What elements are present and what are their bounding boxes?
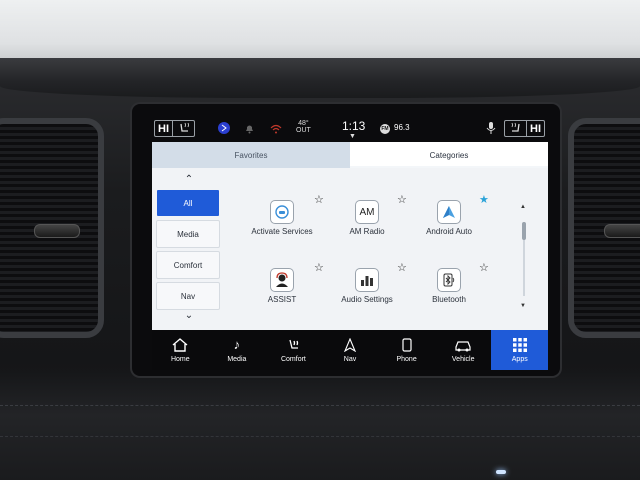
- favorite-star-icon[interactable]: ☆: [314, 193, 324, 206]
- microphone-icon[interactable]: [486, 122, 496, 138]
- chevron-up-icon[interactable]: ⌃: [157, 174, 221, 185]
- category-media[interactable]: Media: [157, 221, 219, 247]
- chevron-down-icon[interactable]: ▼: [349, 133, 356, 140]
- music-note-icon: ♪: [233, 336, 241, 352]
- nav-label: Phone: [396, 355, 417, 363]
- radio-frequency[interactable]: 96.3: [394, 123, 410, 132]
- nav-home[interactable]: Home: [152, 330, 209, 370]
- trim-stitching: [0, 436, 640, 437]
- nav-nav[interactable]: Nav: [322, 330, 379, 370]
- status-bar: HI 48° OUT 1:13 ▼ FM 96.3 HI: [150, 117, 550, 141]
- driver-temp: HI: [158, 122, 169, 135]
- car-service-icon: [271, 201, 293, 223]
- lower-dash-trim: [0, 372, 640, 480]
- outside-temperature: 48° OUT: [296, 120, 311, 134]
- category-nav[interactable]: Nav: [157, 283, 219, 309]
- favorite-star-icon[interactable]: ☆: [479, 261, 489, 274]
- left-air-vent: [0, 118, 104, 338]
- nav-phone[interactable]: Phone: [378, 330, 435, 370]
- heated-seat-icon: [172, 120, 194, 137]
- bluetooth-icon: [438, 269, 460, 291]
- apps-grid-icon: [512, 337, 527, 353]
- sync-icon[interactable]: [217, 121, 231, 138]
- wifi-icon: [270, 124, 282, 137]
- favorite-star-icon[interactable]: ★: [479, 193, 489, 206]
- outside-temp-value: 48°: [298, 120, 309, 127]
- nav-media[interactable]: ♪ Media: [209, 330, 266, 370]
- nav-label: Comfort: [280, 355, 306, 363]
- bottom-navigation: Home ♪ Media Comfort Nav Phone Vehicle A…: [152, 330, 549, 370]
- favorite-star-icon[interactable]: ☆: [314, 261, 324, 274]
- app-android-auto[interactable]: Android Auto: [414, 201, 484, 236]
- right-air-vent: [568, 118, 640, 338]
- favorite-star-icon[interactable]: ☆: [397, 193, 407, 206]
- driver-climate-chip[interactable]: HI: [154, 120, 195, 137]
- nav-label: Nav: [343, 355, 357, 363]
- bell-icon: [244, 123, 255, 137]
- tab-bar: Favorites Categories: [152, 142, 548, 168]
- vent-knob: [34, 224, 80, 238]
- radio-band-badge[interactable]: FM: [380, 124, 390, 134]
- android-auto-icon: [438, 201, 460, 223]
- app-bluetooth[interactable]: Bluetooth: [414, 269, 484, 304]
- nav-label: Home: [170, 355, 190, 363]
- category-all[interactable]: All: [157, 190, 219, 216]
- nav-label: Apps: [511, 355, 528, 363]
- scroll-up-icon[interactable]: ▲: [520, 204, 526, 210]
- nav-apps[interactable]: Apps: [491, 330, 549, 370]
- vehicle-icon: [454, 338, 472, 353]
- app-label: Bluetooth: [432, 295, 466, 304]
- tab-favorites[interactable]: Favorites: [152, 142, 350, 168]
- app-audio-settings[interactable]: Audio Settings: [332, 269, 402, 304]
- category-comfort[interactable]: Comfort: [157, 252, 219, 278]
- app-label: Audio Settings: [341, 295, 393, 304]
- comfort-icon: [285, 338, 301, 353]
- dashboard-top: [0, 0, 640, 62]
- nav-vehicle[interactable]: Vehicle: [435, 330, 492, 370]
- favorite-star-icon[interactable]: ☆: [397, 261, 407, 274]
- am-radio-icon-text: AM: [359, 206, 375, 218]
- tab-categories[interactable]: Categories: [350, 142, 548, 168]
- app-label: ASSIST: [267, 295, 297, 304]
- outside-temp-label: OUT: [296, 127, 311, 134]
- audio-settings-icon: [356, 269, 378, 291]
- scroll-down-icon[interactable]: ▼: [520, 303, 526, 309]
- app-label: Activate Services: [251, 227, 313, 236]
- app-am-radio[interactable]: AM AM Radio: [332, 201, 402, 236]
- passenger-temp: HI: [530, 122, 541, 135]
- phone-icon: [401, 337, 412, 353]
- dashboard-rim: [0, 58, 640, 98]
- am-radio-icon: AM: [356, 201, 378, 223]
- assist-icon: [271, 269, 293, 291]
- apps-screen: Favorites Categories ⌃ All Media Comfort…: [152, 142, 548, 330]
- nav-label: Media: [227, 355, 247, 363]
- vent-knob: [604, 224, 640, 238]
- chevron-down-icon[interactable]: ⌄: [157, 310, 221, 321]
- clock[interactable]: 1:13: [342, 119, 365, 133]
- nav-label: Vehicle: [451, 355, 475, 363]
- app-assist[interactable]: ASSIST: [247, 269, 317, 304]
- category-list: All Media Comfort Nav: [157, 190, 221, 314]
- navigation-icon: [343, 337, 357, 353]
- scrollbar-thumb[interactable]: [522, 222, 526, 240]
- app-label: Android Auto: [426, 227, 472, 236]
- app-label: AM Radio: [349, 227, 385, 236]
- passenger-climate-chip[interactable]: HI: [504, 120, 545, 137]
- home-icon: [172, 337, 188, 353]
- app-activate-services[interactable]: Activate Services: [247, 201, 317, 236]
- trim-stitching: [0, 405, 640, 406]
- nav-comfort[interactable]: Comfort: [265, 330, 322, 370]
- indicator-led: [496, 470, 506, 474]
- heated-seat-icon: [505, 120, 527, 137]
